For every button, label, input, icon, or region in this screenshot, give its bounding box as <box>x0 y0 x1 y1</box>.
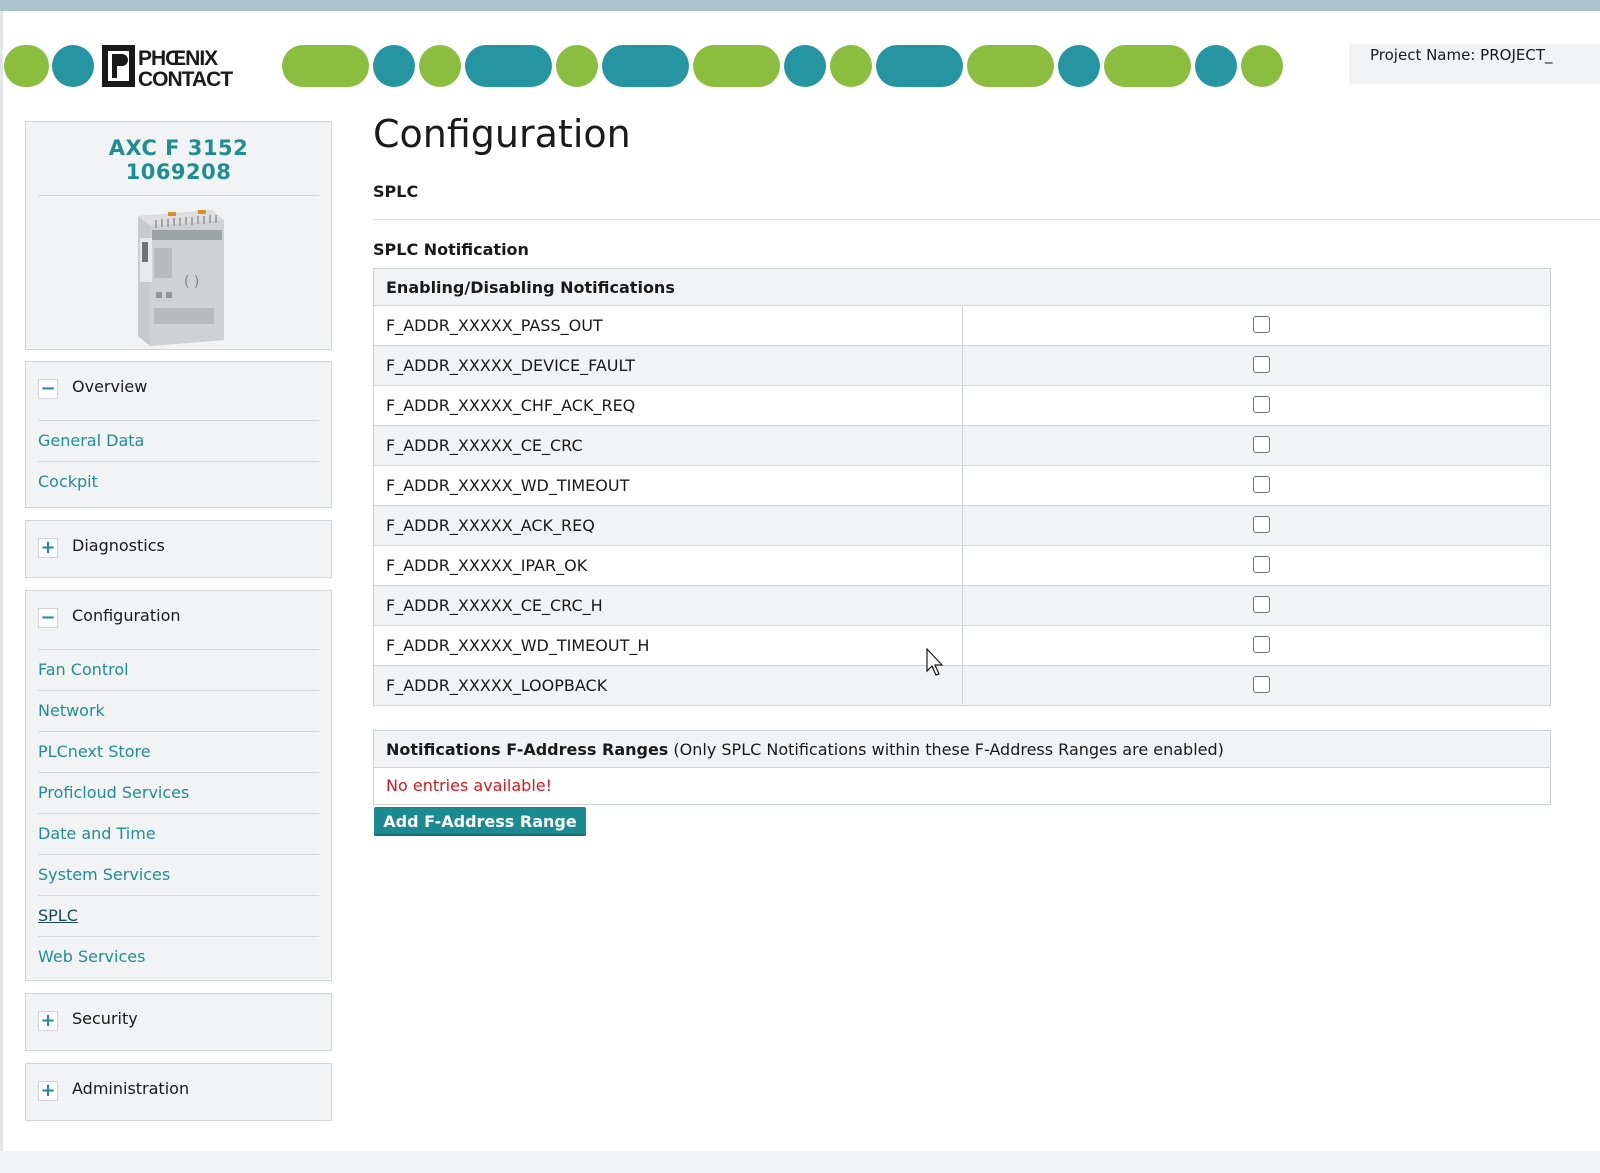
page-title: Configuration <box>373 112 631 156</box>
notification-name: F_ADDR_XXXXX_WD_TIMEOUT <box>386 476 630 495</box>
svg-text:CONTACT: CONTACT <box>138 68 233 88</box>
device-article-number: 1069208 <box>125 160 232 184</box>
security-label: Security <box>72 1009 138 1028</box>
notification-checkbox[interactable] <box>1253 396 1270 413</box>
device-image: ( ) <box>138 210 224 346</box>
browser-top-stripe <box>0 0 1600 11</box>
notifications-table: Enabling/Disabling Notifications F_ADDR_… <box>373 268 1551 706</box>
notification-checkbox[interactable] <box>1253 676 1270 693</box>
notification-checkbox[interactable] <box>1253 556 1270 573</box>
address-ranges-header: Notifications F-Address Ranges (Only SPL… <box>374 731 1550 768</box>
address-ranges-table: Notifications F-Address Ranges (Only SPL… <box>373 730 1551 805</box>
overview-label: Overview <box>72 377 148 396</box>
table-row: F_ADDR_XXXXX_CE_CRC <box>374 425 1550 465</box>
security-section: + Security <box>25 993 332 1051</box>
notification-checkbox[interactable] <box>1253 516 1270 533</box>
notification-name: F_ADDR_XXXXX_DEVICE_FAULT <box>386 356 635 375</box>
notification-checkbox[interactable] <box>1253 596 1270 613</box>
notification-name: F_ADDR_XXXXX_CE_CRC <box>386 436 583 455</box>
notification-checkbox[interactable] <box>1253 436 1270 453</box>
table-row: F_ADDR_XXXXX_CE_CRC_H <box>374 585 1550 625</box>
table-row: F_ADDR_XXXXX_IPAR_OK <box>374 545 1550 585</box>
sidebar-item-plcnext-store[interactable]: PLCnext Store <box>38 731 319 772</box>
notifications-table-header: Enabling/Disabling Notifications <box>374 269 1550 306</box>
expand-icon[interactable]: + <box>38 1081 58 1101</box>
expand-icon[interactable]: + <box>38 1011 58 1031</box>
mouse-cursor-icon <box>926 648 944 676</box>
sidebar-item-fan-control[interactable]: Fan Control <box>38 649 319 690</box>
sidebar-item-splc[interactable]: SPLC <box>38 895 319 936</box>
table-row: F_ADDR_XXXXX_WD_TIMEOUT_H <box>374 625 1550 665</box>
sidebar-item-web-services[interactable]: Web Services <box>38 936 319 977</box>
configuration-label: Configuration <box>72 606 181 625</box>
empty-message: No entries available! <box>374 768 1550 804</box>
configuration-section: − Configuration Fan Control Network PLCn… <box>25 590 332 981</box>
sidebar-item-general-data[interactable]: General Data <box>38 420 319 461</box>
section-title: SPLC <box>373 182 419 201</box>
svg-text:PHŒNIX: PHŒNIX <box>138 47 218 70</box>
address-ranges-note: (Only SPLC Notifications within these F-… <box>673 740 1224 759</box>
sidebar-item-cockpit[interactable]: Cockpit <box>38 461 319 502</box>
notification-name: F_ADDR_XXXXX_IPAR_OK <box>386 556 588 575</box>
diagnostics-section: + Diagnostics <box>25 520 332 578</box>
collapse-icon[interactable]: − <box>38 379 58 399</box>
svg-text:( ): ( ) <box>184 274 199 290</box>
table-row: F_ADDR_XXXXX_PASS_OUT <box>374 306 1550 345</box>
subsection-title: SPLC Notification <box>373 240 529 259</box>
overview-section: − Overview General Data Cockpit <box>25 361 332 508</box>
device-model: AXC F 3152 <box>108 136 249 160</box>
sidebar-item-proficloud-services[interactable]: Proficloud Services <box>38 772 319 813</box>
notification-checkbox[interactable] <box>1253 476 1270 493</box>
add-f-address-range-button[interactable]: Add F-Address Range <box>374 807 586 836</box>
table-row: F_ADDR_XXXXX_LOOPBACK <box>374 665 1550 705</box>
notification-name: F_ADDR_XXXXX_LOOPBACK <box>386 676 608 695</box>
project-name-label: Project Name: PROJECT_ <box>1349 44 1600 84</box>
notification-name: F_ADDR_XXXXX_ACK_REQ <box>386 516 595 535</box>
sidebar-item-date-and-time[interactable]: Date and Time <box>38 813 319 854</box>
notification-name: F_ADDR_XXXXX_PASS_OUT <box>386 316 603 335</box>
table-row: F_ADDR_XXXXX_WD_TIMEOUT <box>374 465 1550 505</box>
address-ranges-title: Notifications F-Address Ranges <box>386 740 669 759</box>
divider <box>373 219 1600 220</box>
notification-name: F_ADDR_XXXXX_WD_TIMEOUT_H <box>386 636 650 655</box>
sidebar-item-network[interactable]: Network <box>38 690 319 731</box>
device-card: AXC F 3152 1069208 ( ) <box>25 121 332 350</box>
administration-section: + Administration <box>25 1063 332 1121</box>
notification-name: F_ADDR_XXXXX_CHF_ACK_REQ <box>386 396 636 415</box>
table-row: F_ADDR_XXXXX_ACK_REQ <box>374 505 1550 545</box>
notification-checkbox[interactable] <box>1253 356 1270 373</box>
table-row: F_ADDR_XXXXX_DEVICE_FAULT <box>374 345 1550 385</box>
notification-checkbox[interactable] <box>1253 636 1270 653</box>
diagnostics-label: Diagnostics <box>72 536 165 555</box>
table-row: F_ADDR_XXXXX_CHF_ACK_REQ <box>374 385 1550 425</box>
phoenix-contact-logo: PHŒNIX CONTACT <box>102 45 234 88</box>
collapse-icon[interactable]: − <box>38 608 58 628</box>
notification-name: F_ADDR_XXXXX_CE_CRC_H <box>386 596 603 615</box>
sidebar-item-system-services[interactable]: System Services <box>38 854 319 895</box>
administration-label: Administration <box>72 1079 190 1098</box>
expand-icon[interactable]: + <box>38 538 58 558</box>
notification-checkbox[interactable] <box>1253 316 1270 333</box>
window-bottom-edge <box>0 1151 1600 1173</box>
window-left-edge <box>0 11 3 1151</box>
